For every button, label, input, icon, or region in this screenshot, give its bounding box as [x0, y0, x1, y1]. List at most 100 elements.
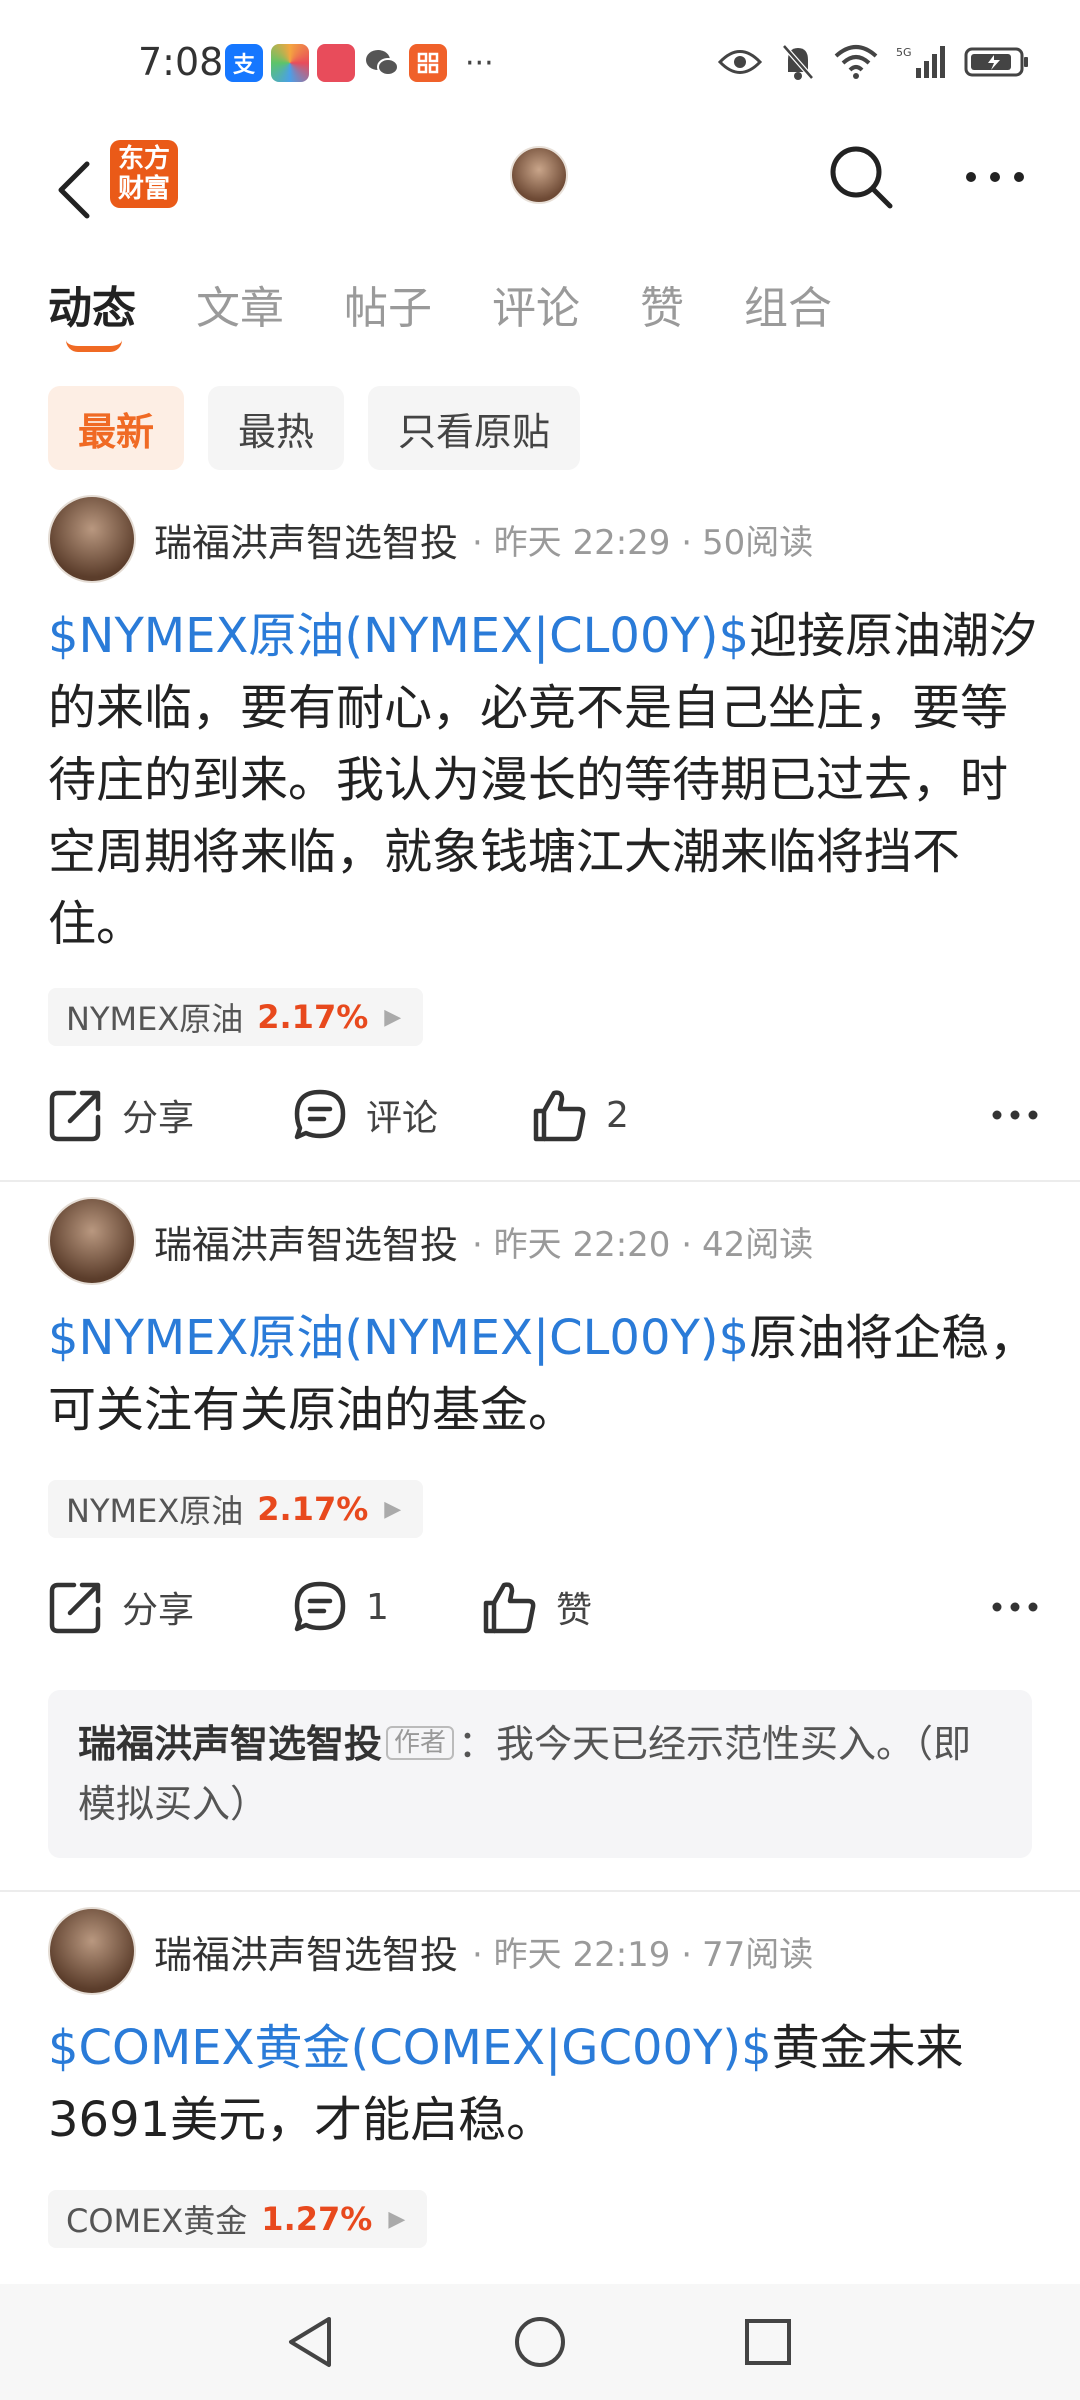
like-count: 2	[606, 1094, 629, 1136]
share-label: 分享	[122, 1590, 195, 1631]
share-icon	[49, 1090, 101, 1142]
author-badge: 作者	[386, 1726, 455, 1760]
author-reply-box[interactable]: 瑞福洪声智选智投 作者 ：我今天已经示范性买入。（即模拟买入）	[48, 1690, 1032, 1858]
thumbs-up-icon	[483, 1582, 536, 1634]
triangle-right-icon: ▶	[384, 1004, 402, 1030]
system-indicators: 5G	[718, 42, 1030, 82]
profile-tabs: 动态 文章 帖子 评论 赞 组合	[48, 272, 832, 352]
more-notifications: ···	[465, 45, 494, 81]
read-count: 50阅读	[702, 522, 814, 563]
post-time: · 昨天 22:20 ·	[472, 1224, 693, 1265]
post-content[interactable]: $COMEX黄金(COMEX|GC00Y)$黄金未来3691美元，才能启稳。	[48, 2012, 1038, 2156]
stock-link[interactable]: $COMEX黄金(COMEX|GC00Y)$	[48, 2020, 772, 2076]
comment-button[interactable]: 1	[292, 1572, 389, 1642]
filter-original-only[interactable]: 只看原贴	[368, 386, 581, 470]
comment-button[interactable]: 评论	[292, 1080, 438, 1150]
more-options-button[interactable]	[960, 142, 1030, 212]
author-avatar[interactable]	[48, 1197, 136, 1285]
read-count: 77阅读	[702, 1934, 814, 1975]
mute-bell-icon	[782, 44, 814, 80]
thumbs-up-icon	[533, 1090, 586, 1142]
tab-posts[interactable]: 帖子	[344, 272, 432, 336]
tab-articles[interactable]: 文章	[196, 272, 284, 336]
comment-label: 评论	[366, 1098, 439, 1139]
stock-link[interactable]: $NYMEX原油(NYMEX|CL00Y)$	[48, 608, 749, 664]
status-bar: 7:08 支 ··· 5G	[0, 0, 1080, 130]
share-button[interactable]: 分享	[48, 1572, 194, 1642]
author-name[interactable]: 瑞福洪声智选智投	[154, 1924, 458, 1979]
post-time: · 昨天 22:29 ·	[472, 522, 693, 563]
active-tab-indicator	[66, 340, 122, 352]
post-time: · 昨天 22:19 ·	[472, 1934, 693, 1975]
stock-tag-change: 2.17%	[257, 1490, 369, 1528]
author-name[interactable]: 瑞福洪声智选智投	[154, 1214, 458, 1269]
search-icon	[830, 146, 893, 209]
stock-link[interactable]: $NYMEX原油(NYMEX|CL00Y)$	[48, 1310, 749, 1366]
svg-text:5G: 5G	[896, 46, 912, 59]
post-content[interactable]: $NYMEX原油(NYMEX|CL00Y)$迎接原油潮汐的来临，要有耐心，必竞不…	[48, 600, 1038, 960]
share-icon	[49, 1582, 101, 1634]
like-button[interactable]: 赞	[482, 1572, 592, 1642]
author-name[interactable]: 瑞福洪声智选智投	[154, 512, 458, 567]
top-app-bar: 东方财富	[0, 130, 1080, 260]
triangle-right-icon: ▶	[384, 1496, 402, 1522]
nav-back-button[interactable]	[278, 2310, 342, 2374]
search-button[interactable]	[826, 142, 896, 212]
notification-icons: 支 ···	[225, 44, 494, 82]
post-more-button[interactable]	[992, 1080, 1038, 1150]
filter-chips: 最新 最热 只看原贴	[48, 386, 581, 470]
stock-tag[interactable]: COMEX黄金 1.27% ▶	[48, 2190, 428, 2248]
like-button[interactable]: 2	[532, 1080, 629, 1150]
square-recents-icon	[745, 2319, 791, 2365]
status-time: 7:08	[138, 40, 224, 84]
author-avatar[interactable]	[48, 1907, 136, 1995]
tab-likes[interactable]: 赞	[640, 272, 684, 336]
post-author-row: 瑞福洪声智选智投 · 昨天 22:19 · 77阅读	[48, 1906, 813, 1996]
filter-latest[interactable]: 最新	[48, 386, 185, 470]
triangle-back-icon	[289, 2317, 331, 2367]
post-content[interactable]: $NYMEX原油(NYMEX|CL00Y)$原油将企稳，可关注有关原油的基金。	[48, 1302, 1038, 1446]
eastmoney-logo: 东方财富	[110, 140, 178, 208]
system-navigation-bar	[0, 2284, 1080, 2400]
back-button[interactable]	[44, 148, 104, 232]
tab-portfolios[interactable]: 组合	[744, 272, 832, 336]
huawei-store-icon	[317, 44, 355, 82]
reply-author-name[interactable]: 瑞福洪声智选智投	[78, 1722, 382, 1766]
triangle-right-icon: ▶	[388, 2206, 406, 2232]
tab-dynamic[interactable]: 动态	[48, 272, 136, 352]
circle-home-icon	[515, 2317, 565, 2367]
post-feed: 瑞福洪声智选智投 · 昨天 22:29 · 50阅读 $NYMEX原油(NYME…	[0, 480, 1080, 2392]
stock-tag[interactable]: NYMEX原油 2.17% ▶	[48, 988, 424, 1046]
comment-icon	[294, 1581, 346, 1632]
post-author-row: 瑞福洪声智选智投 · 昨天 22:20 · 42阅读	[48, 1196, 813, 1286]
stock-tag[interactable]: NYMEX原油 2.17% ▶	[48, 1480, 424, 1538]
chevron-left-icon	[58, 161, 90, 219]
post-more-button[interactable]	[992, 1572, 1038, 1642]
wifi-icon	[834, 45, 878, 79]
stock-tag-name: NYMEX原油	[66, 1492, 244, 1530]
comment-icon	[294, 1089, 346, 1140]
tab-comments[interactable]: 评论	[492, 272, 580, 336]
nav-recents-button[interactable]	[736, 2310, 800, 2374]
post-item[interactable]: 瑞福洪声智选智投 · 昨天 22:29 · 50阅读 $NYMEX原油(NYME…	[0, 480, 1080, 1182]
signal-icon: 5G	[896, 46, 945, 78]
share-button[interactable]: 分享	[48, 1080, 194, 1150]
ellipsis-icon	[992, 1110, 1038, 1120]
stock-tag-change: 2.17%	[257, 998, 369, 1036]
colorful-app-icon	[271, 44, 309, 82]
user-avatar[interactable]	[510, 146, 568, 204]
nav-home-button[interactable]	[508, 2310, 572, 2374]
alipay-icon: 支	[225, 44, 263, 82]
read-count: 42阅读	[702, 1224, 814, 1265]
eye-icon	[718, 50, 762, 74]
filter-hottest[interactable]: 最热	[208, 386, 345, 470]
wechat-icon	[363, 44, 401, 82]
battery-icon	[964, 47, 1028, 77]
stock-tag-name: NYMEX原油	[66, 1000, 244, 1038]
post-item[interactable]: 瑞福洪声智选智投 · 昨天 22:20 · 42阅读 $NYMEX原油(NYME…	[0, 1182, 1080, 1892]
like-label: 赞	[556, 1590, 593, 1631]
post-actions: 分享 1 赞	[48, 1572, 1038, 1642]
stock-tag-change: 1.27%	[261, 2200, 373, 2238]
author-avatar[interactable]	[48, 495, 136, 583]
comment-count: 1	[366, 1586, 389, 1628]
